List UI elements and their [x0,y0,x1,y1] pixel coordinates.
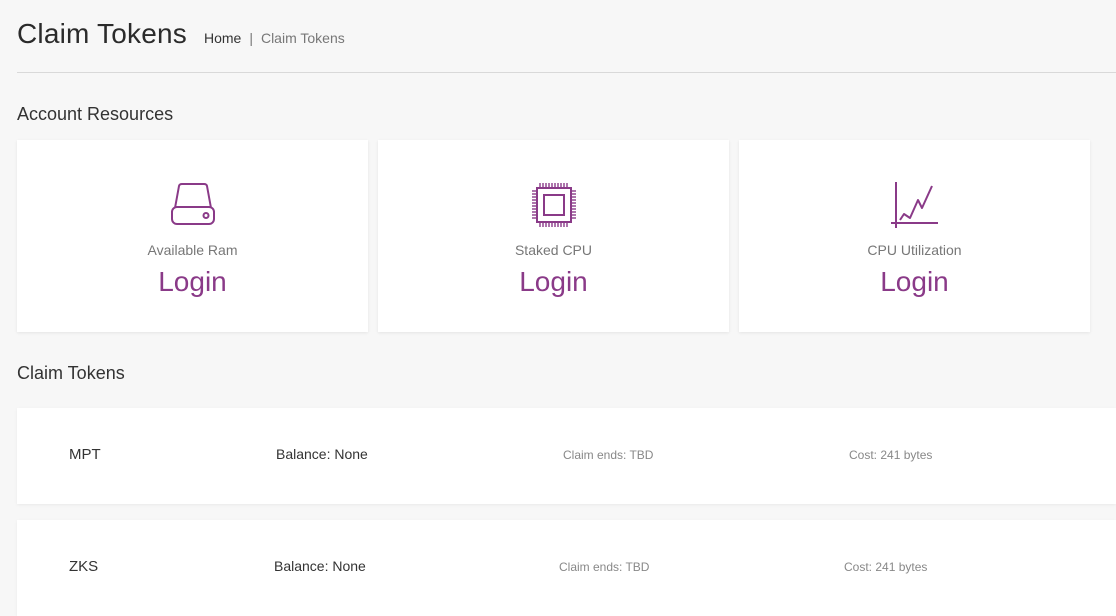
account-resources-title: Account Resources [17,104,174,124]
token-row-mpt[interactable]: MPT Balance: None Claim ends: TBD Cost: … [17,408,1116,504]
card-label: Available Ram [147,242,238,258]
token-balance: Balance: None [274,558,366,574]
breadcrumb-separator: | [249,30,253,46]
card-label: CPU Utilization [867,242,962,258]
token-cost: Cost: 241 bytes [844,560,928,574]
resource-card-cpu: Staked CPU Login [378,140,729,332]
card-login-link[interactable]: Login [17,266,368,298]
page-title: Claim Tokens [17,18,187,49]
claim-tokens-title: Claim Tokens [17,363,125,383]
token-symbol: ZKS [69,558,99,575]
page-header: Claim Tokens Home | Claim Tokens [17,18,345,50]
token-claim-ends: Claim ends: TBD [559,560,650,574]
token-balance: Balance: None [276,446,368,462]
resource-card-ram: Available Ram Login [17,140,368,332]
hard-drive-icon [170,183,215,225]
cpu-chip-icon [531,183,576,227]
card-login-link[interactable]: Login [378,266,729,298]
token-cost: Cost: 241 bytes [849,448,933,462]
token-row-zks[interactable]: ZKS Balance: None Claim ends: TBD Cost: … [17,520,1116,616]
breadcrumb: Home | Claim Tokens [204,30,345,46]
token-claim-ends: Claim ends: TBD [563,448,654,462]
line-chart-icon [890,182,938,228]
resource-card-cpu-utilization: CPU Utilization Login [739,140,1090,332]
card-label: Staked CPU [514,242,593,258]
card-login-link[interactable]: Login [739,266,1090,298]
breadcrumb-current: Claim Tokens [260,30,345,46]
header-divider [17,72,1116,73]
breadcrumb-home-link[interactable]: Home [204,30,241,46]
token-symbol: MPT [69,446,101,463]
